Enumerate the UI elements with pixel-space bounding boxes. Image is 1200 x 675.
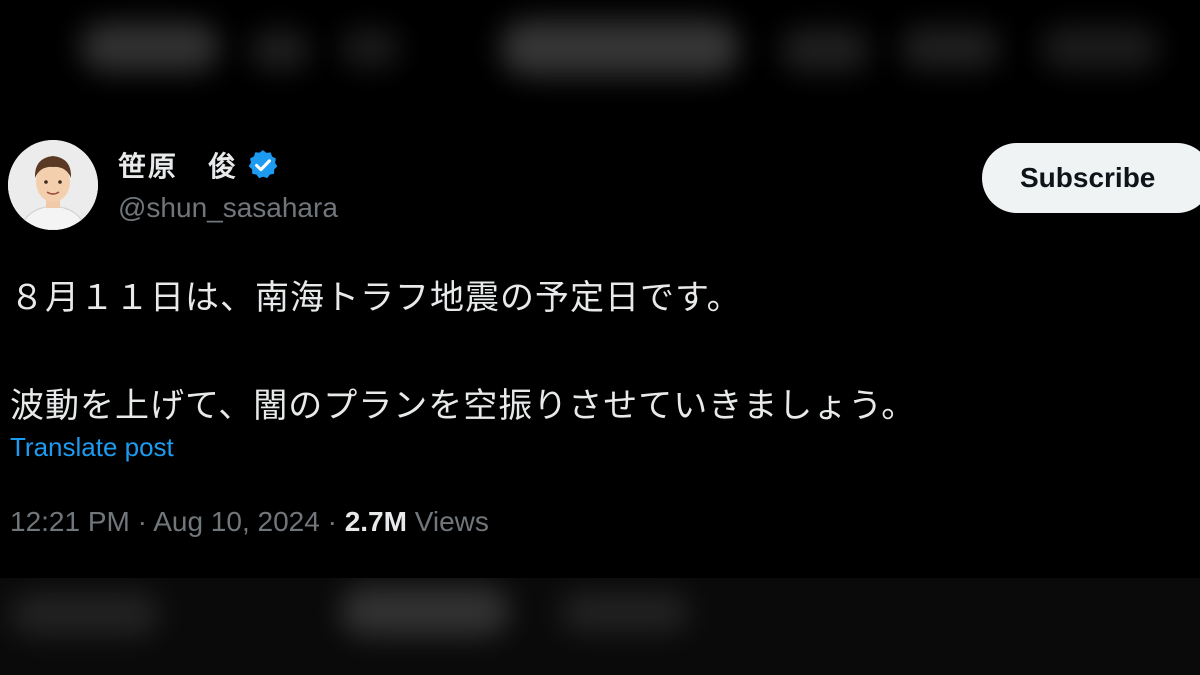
display-name[interactable]: 笹原 俊 (118, 145, 238, 185)
avatar-illustration-icon (8, 140, 98, 230)
author-handle[interactable]: @shun_sasahara (118, 192, 338, 224)
screenshot-frame: 笹原 俊 @shun_sasahara Subscribe ８月１１日は、南海ト… (0, 0, 1200, 675)
verified-badge-icon[interactable] (246, 148, 280, 182)
meta-separator: · (327, 506, 345, 537)
tweet-date[interactable]: Aug 10, 2024 (153, 506, 320, 537)
blurred-footer-region (0, 578, 1200, 675)
views-label: Views (414, 506, 489, 537)
author-name-row: 笹原 俊 (118, 145, 280, 185)
blurred-header-region (0, 0, 1200, 110)
meta-separator: · (137, 506, 154, 537)
tweet-text-line-2: 波動を上げて、闇のプランを空振りさせていきましょう。 (10, 386, 917, 426)
tweet-time[interactable]: 12:21 PM (10, 506, 130, 537)
avatar[interactable] (8, 140, 98, 230)
subscribe-button[interactable]: Subscribe (982, 143, 1200, 213)
translate-post-link[interactable]: Translate post (10, 432, 174, 463)
views-count: 2.7M (344, 506, 415, 537)
tweet-text-line-1: ８月１１日は、南海トラフ地震の予定日です。 (10, 278, 742, 318)
tweet-meta: 12:21 PM · Aug 10, 2024 · 2.7M Views (10, 506, 489, 538)
